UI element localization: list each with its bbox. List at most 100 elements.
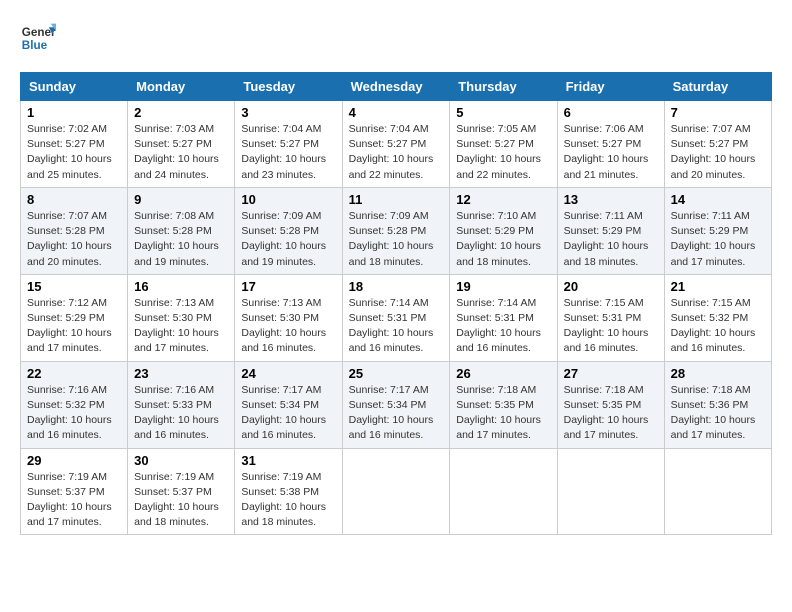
calendar-cell: 15 Sunrise: 7:12 AM Sunset: 5:29 PM Dayli… — [21, 274, 128, 361]
calendar-cell: 31 Sunrise: 7:19 AM Sunset: 5:38 PM Dayli… — [235, 448, 342, 535]
day-number: 22 — [27, 366, 121, 381]
day-info: Sunrise: 7:11 AM Sunset: 5:29 PM Dayligh… — [671, 209, 765, 270]
day-info: Sunrise: 7:14 AM Sunset: 5:31 PM Dayligh… — [349, 296, 444, 357]
day-number: 12 — [456, 192, 550, 207]
day-info: Sunrise: 7:13 AM Sunset: 5:30 PM Dayligh… — [241, 296, 335, 357]
weekday-header-sunday: Sunday — [21, 73, 128, 101]
calendar-cell: 1Sunrise: 7:02 AM Sunset: 5:27 PM Daylig… — [21, 101, 128, 188]
day-info: Sunrise: 7:04 AM Sunset: 5:27 PM Dayligh… — [241, 122, 335, 183]
day-info: Sunrise: 7:12 AM Sunset: 5:29 PM Dayligh… — [27, 296, 121, 357]
logo: General Blue — [20, 20, 56, 56]
day-number: 17 — [241, 279, 335, 294]
day-info: Sunrise: 7:18 AM Sunset: 5:35 PM Dayligh… — [456, 383, 550, 444]
day-info: Sunrise: 7:07 AM Sunset: 5:28 PM Dayligh… — [27, 209, 121, 270]
day-info: Sunrise: 7:10 AM Sunset: 5:29 PM Dayligh… — [456, 209, 550, 270]
day-number: 30 — [134, 453, 228, 468]
day-info: Sunrise: 7:04 AM Sunset: 5:27 PM Dayligh… — [349, 122, 444, 183]
day-info: Sunrise: 7:15 AM Sunset: 5:32 PM Dayligh… — [671, 296, 765, 357]
day-number: 31 — [241, 453, 335, 468]
day-number: 13 — [564, 192, 658, 207]
calendar-cell: 17 Sunrise: 7:13 AM Sunset: 5:30 PM Dayli… — [235, 274, 342, 361]
weekday-header-tuesday: Tuesday — [235, 73, 342, 101]
day-info: Sunrise: 7:19 AM Sunset: 5:37 PM Dayligh… — [27, 470, 121, 531]
calendar-cell: 18 Sunrise: 7:14 AM Sunset: 5:31 PM Dayli… — [342, 274, 450, 361]
day-number: 8 — [27, 192, 121, 207]
day-info: Sunrise: 7:19 AM Sunset: 5:37 PM Dayligh… — [134, 470, 228, 531]
day-info: Sunrise: 7:17 AM Sunset: 5:34 PM Dayligh… — [241, 383, 335, 444]
day-number: 5 — [456, 105, 550, 120]
day-info: Sunrise: 7:07 AM Sunset: 5:27 PM Dayligh… — [671, 122, 765, 183]
calendar-cell: 30 Sunrise: 7:19 AM Sunset: 5:37 PM Dayli… — [128, 448, 235, 535]
day-info: Sunrise: 7:18 AM Sunset: 5:36 PM Dayligh… — [671, 383, 765, 444]
calendar-cell: 13Sunrise: 7:11 AM Sunset: 5:29 PM Dayli… — [557, 187, 664, 274]
day-info: Sunrise: 7:08 AM Sunset: 5:28 PM Dayligh… — [134, 209, 228, 270]
calendar-cell: 28 Sunrise: 7:18 AM Sunset: 5:36 PM Dayli… — [664, 361, 771, 448]
week-row-2: 8 Sunrise: 7:07 AM Sunset: 5:28 PM Daylig… — [21, 187, 772, 274]
calendar-cell — [450, 448, 557, 535]
day-number: 10 — [241, 192, 335, 207]
calendar-cell: 26Sunrise: 7:18 AM Sunset: 5:35 PM Dayli… — [450, 361, 557, 448]
calendar-cell: 19 Sunrise: 7:14 AM Sunset: 5:31 PM Dayli… — [450, 274, 557, 361]
day-info: Sunrise: 7:09 AM Sunset: 5:28 PM Dayligh… — [349, 209, 444, 270]
calendar-table: SundayMondayTuesdayWednesdayThursdayFrid… — [20, 72, 772, 535]
day-number: 27 — [564, 366, 658, 381]
day-number: 18 — [349, 279, 444, 294]
calendar-cell: 29 Sunrise: 7:19 AM Sunset: 5:37 PM Dayli… — [21, 448, 128, 535]
weekday-header-friday: Friday — [557, 73, 664, 101]
day-number: 15 — [27, 279, 121, 294]
day-number: 11 — [349, 192, 444, 207]
page-header: General Blue — [20, 20, 772, 56]
calendar-cell: 16Sunrise: 7:13 AM Sunset: 5:30 PM Dayli… — [128, 274, 235, 361]
calendar-cell — [342, 448, 450, 535]
day-info: Sunrise: 7:16 AM Sunset: 5:33 PM Dayligh… — [134, 383, 228, 444]
day-number: 14 — [671, 192, 765, 207]
weekday-header-row: SundayMondayTuesdayWednesdayThursdayFrid… — [21, 73, 772, 101]
day-info: Sunrise: 7:05 AM Sunset: 5:27 PM Dayligh… — [456, 122, 550, 183]
day-info: Sunrise: 7:16 AM Sunset: 5:32 PM Dayligh… — [27, 383, 121, 444]
calendar-cell: 14 Sunrise: 7:11 AM Sunset: 5:29 PM Dayli… — [664, 187, 771, 274]
calendar-cell: 27 Sunrise: 7:18 AM Sunset: 5:35 PM Dayli… — [557, 361, 664, 448]
day-info: Sunrise: 7:03 AM Sunset: 5:27 PM Dayligh… — [134, 122, 228, 183]
week-row-4: 22 Sunrise: 7:16 AM Sunset: 5:32 PM Dayli… — [21, 361, 772, 448]
day-number: 7 — [671, 105, 765, 120]
weekday-header-saturday: Saturday — [664, 73, 771, 101]
day-number: 3 — [241, 105, 335, 120]
calendar-cell: 12 Sunrise: 7:10 AM Sunset: 5:29 PM Dayli… — [450, 187, 557, 274]
day-info: Sunrise: 7:06 AM Sunset: 5:27 PM Dayligh… — [564, 122, 658, 183]
calendar-cell: 21 Sunrise: 7:15 AM Sunset: 5:32 PM Dayli… — [664, 274, 771, 361]
calendar-cell: 22 Sunrise: 7:16 AM Sunset: 5:32 PM Dayli… — [21, 361, 128, 448]
calendar-cell — [664, 448, 771, 535]
day-number: 20 — [564, 279, 658, 294]
day-number: 9 — [134, 192, 228, 207]
calendar-cell: 6Sunrise: 7:06 AM Sunset: 5:27 PM Daylig… — [557, 101, 664, 188]
day-number: 23 — [134, 366, 228, 381]
day-info: Sunrise: 7:19 AM Sunset: 5:38 PM Dayligh… — [241, 470, 335, 531]
logo-icon: General Blue — [20, 20, 56, 56]
calendar-cell: 2Sunrise: 7:03 AM Sunset: 5:27 PM Daylig… — [128, 101, 235, 188]
day-info: Sunrise: 7:18 AM Sunset: 5:35 PM Dayligh… — [564, 383, 658, 444]
calendar-cell: 8 Sunrise: 7:07 AM Sunset: 5:28 PM Daylig… — [21, 187, 128, 274]
calendar-cell: 20Sunrise: 7:15 AM Sunset: 5:31 PM Dayli… — [557, 274, 664, 361]
svg-text:Blue: Blue — [22, 39, 48, 52]
calendar-cell: 4 Sunrise: 7:04 AM Sunset: 5:27 PM Daylig… — [342, 101, 450, 188]
calendar-cell — [557, 448, 664, 535]
day-number: 25 — [349, 366, 444, 381]
day-number: 28 — [671, 366, 765, 381]
day-info: Sunrise: 7:13 AM Sunset: 5:30 PM Dayligh… — [134, 296, 228, 357]
day-number: 21 — [671, 279, 765, 294]
day-number: 19 — [456, 279, 550, 294]
week-row-3: 15 Sunrise: 7:12 AM Sunset: 5:29 PM Dayli… — [21, 274, 772, 361]
calendar-cell: 5 Sunrise: 7:05 AM Sunset: 5:27 PM Daylig… — [450, 101, 557, 188]
day-number: 4 — [349, 105, 444, 120]
week-row-5: 29 Sunrise: 7:19 AM Sunset: 5:37 PM Dayli… — [21, 448, 772, 535]
day-number: 29 — [27, 453, 121, 468]
calendar-cell: 3 Sunrise: 7:04 AM Sunset: 5:27 PM Daylig… — [235, 101, 342, 188]
week-row-1: 1Sunrise: 7:02 AM Sunset: 5:27 PM Daylig… — [21, 101, 772, 188]
day-number: 24 — [241, 366, 335, 381]
day-info: Sunrise: 7:14 AM Sunset: 5:31 PM Dayligh… — [456, 296, 550, 357]
weekday-header-monday: Monday — [128, 73, 235, 101]
calendar-cell: 10Sunrise: 7:09 AM Sunset: 5:28 PM Dayli… — [235, 187, 342, 274]
calendar-cell: 11 Sunrise: 7:09 AM Sunset: 5:28 PM Dayli… — [342, 187, 450, 274]
day-info: Sunrise: 7:17 AM Sunset: 5:34 PM Dayligh… — [349, 383, 444, 444]
calendar-cell: 23 Sunrise: 7:16 AM Sunset: 5:33 PM Dayli… — [128, 361, 235, 448]
